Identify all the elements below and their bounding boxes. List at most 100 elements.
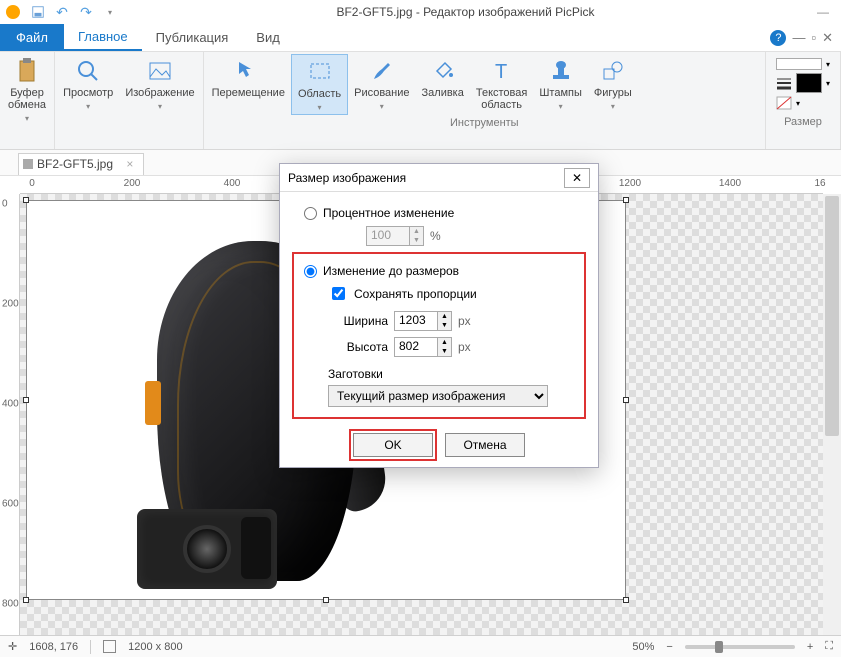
image-content-camera	[137, 509, 277, 589]
title-bar: ↶ ↷ ▾ BF2-GFT5.jpg - Редактор изображени…	[0, 0, 841, 24]
text-icon: T	[489, 58, 515, 84]
line-weight-icon[interactable]	[776, 76, 792, 90]
window-title: BF2-GFT5.jpg - Редактор изображений PicP…	[120, 5, 811, 19]
undo-icon[interactable]: ↶	[52, 3, 72, 21]
chevron-down-icon: ▾	[611, 102, 615, 111]
ribbon-minimize-icon[interactable]: —	[792, 30, 805, 45]
chevron-down-icon: ▾	[25, 114, 29, 123]
chevron-down-icon: ▾	[380, 102, 384, 111]
resize-dialog: Размер изображения ✕ Процентное изменени…	[279, 163, 599, 468]
ribbon-close-icon[interactable]: ✕	[822, 30, 833, 46]
fill-tool[interactable]: Заливка	[416, 54, 470, 115]
scrollbar-thumb[interactable]	[825, 196, 839, 436]
qat-dropdown-icon[interactable]: ▾	[100, 3, 120, 21]
redo-icon[interactable]: ↷	[76, 3, 96, 21]
clipboard-button[interactable]: Буфер обмена ▾	[2, 54, 52, 125]
fill-none-icon[interactable]	[776, 96, 792, 110]
chevron-down-icon: ▾	[559, 102, 563, 111]
tab-view[interactable]: Вид	[242, 24, 294, 51]
resize-handle[interactable]	[623, 397, 629, 403]
chevron-down-icon[interactable]: ▾	[826, 79, 830, 88]
brush-icon	[369, 58, 395, 84]
spinner-up-icon[interactable]: ▲	[438, 312, 451, 321]
resize-handle[interactable]	[623, 197, 629, 203]
canvas-size-icon	[103, 640, 116, 653]
chevron-down-icon[interactable]: ▾	[796, 99, 800, 108]
shapes-tool[interactable]: Фигуры ▾	[588, 54, 638, 115]
height-spinner[interactable]: 802 ▲▼	[394, 337, 452, 357]
cancel-button[interactable]: Отмена	[445, 433, 525, 457]
fixed-radio-row[interactable]: Изменение до размеров	[304, 264, 574, 278]
preset-select[interactable]: Текущий размер изображения	[328, 385, 548, 407]
dialog-title: Размер изображения	[288, 171, 564, 185]
ribbon-group-size-label: Размер	[768, 114, 838, 130]
text-tool[interactable]: T Текстовая область	[470, 54, 533, 115]
app-icon	[6, 5, 20, 19]
percent-spinner: 100 ▲▼	[366, 226, 424, 246]
view-button[interactable]: Просмотр ▾	[57, 54, 119, 113]
resize-handle[interactable]	[23, 597, 29, 603]
percent-radio[interactable]	[304, 207, 317, 220]
fixed-radio[interactable]	[304, 265, 317, 278]
chevron-down-icon: ▾	[86, 102, 90, 111]
fit-icon[interactable]: ⛶	[825, 640, 833, 653]
clipboard-icon	[14, 58, 40, 84]
zoom-slider[interactable]	[685, 645, 795, 649]
ribbon: Буфер обмена ▾ Просмотр ▾ Изображение ▾ …	[0, 52, 841, 150]
outline-style-select[interactable]	[776, 58, 822, 70]
resize-handle[interactable]	[323, 597, 329, 603]
bucket-icon	[430, 58, 456, 84]
zoom-value: 50%	[632, 641, 654, 653]
chevron-down-icon[interactable]: ▾	[826, 60, 830, 69]
dialog-titlebar[interactable]: Размер изображения ✕	[280, 164, 598, 192]
spinner-down-icon[interactable]: ▼	[438, 347, 451, 356]
ribbon-restore-icon[interactable]: ▫	[811, 30, 816, 45]
resize-handle[interactable]	[623, 597, 629, 603]
percent-radio-row[interactable]: Процентное изменение	[296, 206, 582, 220]
status-bar: ✛ 1608, 176 1200 x 800 50% − + ⛶	[0, 635, 841, 657]
image-button[interactable]: Изображение ▾	[119, 54, 200, 113]
move-icon	[235, 58, 261, 84]
chevron-down-icon: ▾	[318, 103, 322, 112]
spinner-down-icon[interactable]: ▼	[438, 321, 451, 330]
select-tool[interactable]: Область ▾	[291, 54, 348, 115]
zoom-in-icon[interactable]: +	[807, 641, 813, 653]
presets-label: Заготовки	[328, 367, 574, 381]
keep-aspect-row[interactable]: Сохранять пропорции	[328, 284, 574, 303]
image-icon	[147, 58, 173, 84]
cursor-pos: 1608, 176	[29, 641, 78, 653]
width-spinner[interactable]: 1203 ▲▼	[394, 311, 452, 331]
move-tool[interactable]: Перемещение	[206, 54, 291, 115]
ribbon-tabs: Файл Главное Публикация Вид ? — ▫ ✕	[0, 24, 841, 52]
ok-button[interactable]: OK	[353, 433, 433, 457]
size-panel: ▾ ▾ ▾	[768, 54, 838, 114]
tab-publish[interactable]: Публикация	[142, 24, 243, 51]
resize-handle[interactable]	[23, 197, 29, 203]
minimize-hint-icon: —	[811, 3, 835, 21]
zoom-knob[interactable]	[715, 641, 723, 653]
draw-tool[interactable]: Рисование ▾	[348, 54, 415, 115]
save-icon[interactable]	[28, 3, 48, 21]
close-tab-icon[interactable]: ×	[126, 157, 133, 171]
shapes-icon	[600, 58, 626, 84]
cursor-pos-icon: ✛	[8, 640, 17, 653]
help-icon[interactable]: ?	[770, 30, 786, 46]
chevron-down-icon: ▾	[158, 102, 162, 111]
stamp-icon	[548, 58, 574, 84]
color-swatch[interactable]	[796, 73, 822, 93]
stamp-tool[interactable]: Штампы ▾	[533, 54, 588, 115]
file-menu[interactable]: Файл	[0, 24, 64, 51]
zoom-out-icon[interactable]: −	[666, 641, 672, 653]
document-tab[interactable]: BF2-GFT5.jpg ×	[18, 153, 144, 175]
vertical-scrollbar[interactable]	[823, 194, 841, 636]
document-tab-label: BF2-GFT5.jpg	[37, 157, 113, 171]
spinner-up-icon[interactable]: ▲	[438, 338, 451, 347]
vertical-ruler: 0 200 400 600 800	[0, 194, 20, 636]
selection-icon	[307, 59, 333, 85]
keep-aspect-checkbox[interactable]	[332, 287, 345, 300]
resize-handle[interactable]	[23, 397, 29, 403]
svg-text:T: T	[495, 61, 507, 83]
quick-access-toolbar: ↶ ↷ ▾	[28, 3, 120, 21]
dialog-close-icon[interactable]: ✕	[564, 168, 590, 188]
tab-main[interactable]: Главное	[64, 24, 142, 51]
